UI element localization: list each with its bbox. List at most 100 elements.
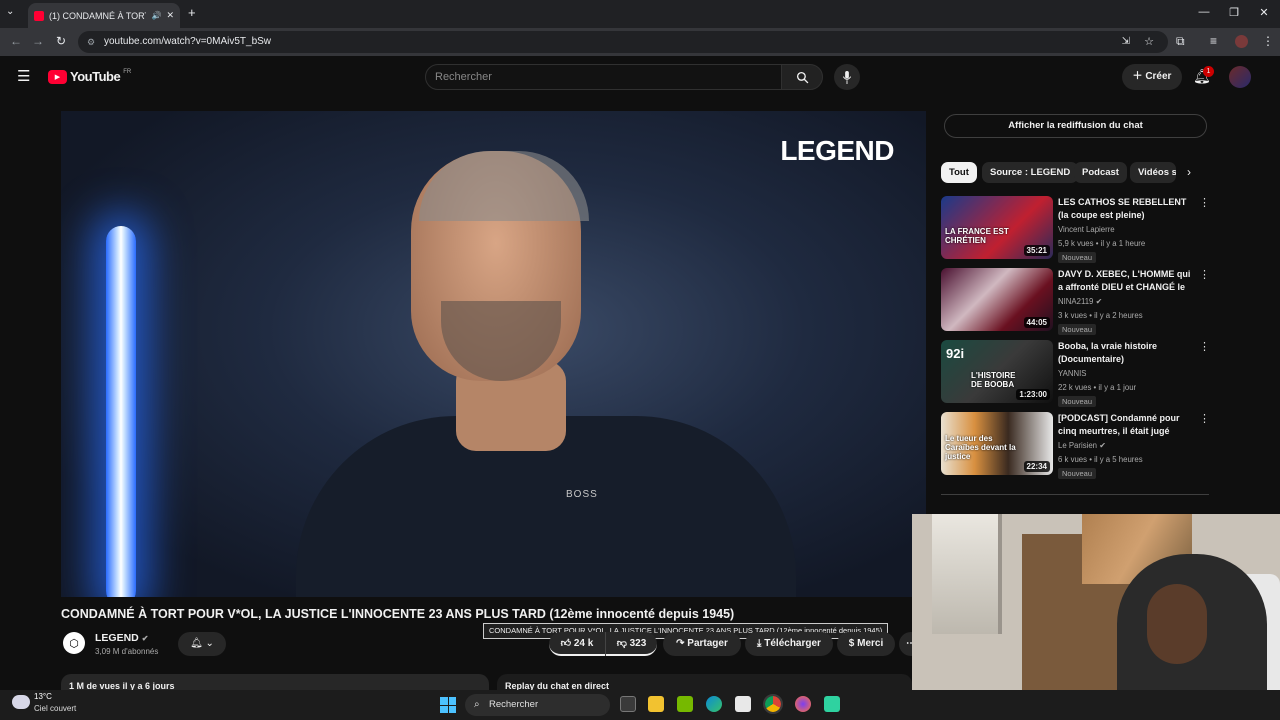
chevron-right-icon[interactable]: › [1187, 165, 1191, 179]
reco-channel[interactable]: NINA2119 ✔ [1058, 297, 1102, 306]
led-light-tube [106, 226, 136, 597]
search-button[interactable] [781, 64, 823, 90]
thanks-button[interactable]: $ Merci [837, 632, 895, 656]
show-chat-replay-button[interactable]: Afficher la rediffusion du chat [944, 114, 1207, 138]
reco-views: 5,9 k vues • il y a 1 heure [1058, 239, 1146, 248]
restore-button[interactable]: ❐ [1224, 6, 1244, 19]
chip-videos[interactable]: Vidéos s [1130, 162, 1176, 183]
bookmark-star-icon[interactable]: ☆ [1144, 31, 1154, 53]
browser-menu-icon[interactable]: ⋮ [1262, 34, 1274, 48]
search-input[interactable]: Rechercher [425, 64, 782, 90]
site-info-icon[interactable]: ⚙ [87, 31, 95, 53]
notification-count-badge: 1 [1203, 66, 1214, 77]
more-options-icon[interactable]: ⋮ [1199, 412, 1210, 425]
tab-close-icon[interactable]: ✕ [166, 10, 174, 21]
minimize-button[interactable]: — [1194, 6, 1214, 18]
channel-name-text: LEGEND [95, 632, 139, 644]
recommended-video[interactable]: Le tueur des Caraïbes devant la justice … [941, 412, 1210, 479]
reading-list-icon[interactable]: ≡ [1210, 34, 1217, 48]
video-thumbnail[interactable]: LA FRANCE EST CHRÉTIEN 35:21 [941, 196, 1053, 259]
new-tab-button[interactable]: + [188, 5, 196, 20]
file-explorer-icon[interactable] [648, 696, 664, 712]
tab-list-icon[interactable]: ⌄ [6, 6, 14, 17]
recommended-video[interactable]: 92i L'HISTOIRE DE BOOBA 1:23:00 Booba, l… [941, 340, 1210, 407]
nvidia-icon[interactable] [677, 696, 693, 712]
recommended-video[interactable]: LA FRANCE EST CHRÉTIEN 35:21 LES CATHOS … [941, 196, 1210, 263]
search-placeholder: Rechercher [435, 71, 492, 83]
video-thumbnail[interactable]: 44:05 [941, 268, 1053, 331]
speaker-icon[interactable]: 🔊 [151, 11, 161, 20]
taskbar-search-label: Rechercher [489, 699, 539, 710]
thumbnail-text: Le tueur des Caraïbes devant la justice [945, 434, 1016, 461]
search-icon: ⌕ [474, 699, 480, 710]
duration-badge: 44:05 [1023, 317, 1050, 328]
reco-channel[interactable]: Vincent Lapierre [1058, 225, 1115, 234]
address-bar[interactable]: ⚙ youtube.com/watch?v=0MAiv5T_bSw ⇲ ☆ [78, 31, 1168, 53]
chip-all[interactable]: Tout [941, 162, 977, 183]
like-dislike-group: 👍︎ 24 k 👎︎ 323 [549, 632, 657, 656]
thanks-label: Merci [857, 638, 884, 649]
create-label: Créer [1145, 71, 1172, 82]
youtube-logo[interactable]: ▶ YouTube FR [48, 69, 131, 84]
new-badge: Nouveau [1058, 252, 1097, 263]
more-options-icon[interactable]: ⋮ [1199, 340, 1210, 353]
reco-channel[interactable]: Le Parisien ✔ [1058, 441, 1106, 450]
reco-title: Booba, la vraie histoire (Documentaire) [1058, 341, 1158, 364]
duration-badge: 35:21 [1023, 245, 1050, 256]
back-icon[interactable]: ← [10, 34, 22, 48]
app-icon[interactable] [824, 696, 840, 712]
chip-source-legend[interactable]: Source : LEGEND [982, 162, 1079, 183]
channel-avatar[interactable]: ⬡ [63, 632, 85, 654]
duration-badge: 1:23:00 [1016, 389, 1050, 400]
more-options-icon[interactable]: ⋮ [1199, 196, 1210, 209]
search-icon [796, 71, 808, 83]
profile-avatar[interactable] [1235, 35, 1248, 48]
voice-search-button[interactable] [834, 64, 860, 90]
more-options-icon[interactable]: ⋮ [1199, 268, 1210, 281]
subscription-bell-button[interactable]: 🔔︎ ⌄ [178, 632, 226, 656]
reco-channel[interactable]: YANNIS [1058, 369, 1086, 378]
create-button[interactable]: ＋ Créer [1122, 64, 1182, 90]
store-icon[interactable] [735, 696, 751, 712]
youtube-play-icon: ▶ [48, 69, 67, 84]
task-view-icon[interactable] [620, 696, 636, 712]
window-close-button[interactable]: ✕ [1254, 6, 1274, 19]
reco-title: DAVY D. XEBEC, L'HOMME qui a affronté DI… [1058, 269, 1191, 292]
forward-icon[interactable]: → [32, 34, 44, 48]
video-player[interactable]: BOSS LEGEND [61, 111, 926, 597]
reco-title: LES CATHOS SE REBELLENT (la coupe est pl… [1058, 197, 1187, 220]
chevron-down-icon: ⌄ [205, 638, 214, 649]
channel-name[interactable]: LEGEND ✔ [95, 632, 148, 644]
hamburger-menu-icon[interactable]: ☰ [17, 67, 30, 85]
like-button[interactable]: 👍︎ 24 k [549, 632, 605, 656]
weather-temperature[interactable]: 13°C [34, 692, 52, 701]
recommended-video[interactable]: 44:05 DAVY D. XEBEC, L'HOMME qui a affro… [941, 268, 1210, 335]
plus-icon: ＋ [1132, 71, 1146, 82]
windows-taskbar: 13°C Ciel couvert ⌕ Rechercher [0, 690, 1280, 720]
thumbs-down-icon: 👎︎ [616, 638, 627, 649]
bell-icon: 🔔︎ [190, 638, 203, 649]
dislike-button[interactable]: 👎︎ 323 [605, 632, 657, 656]
sidebar-divider [941, 494, 1209, 495]
video-thumbnail[interactable]: Le tueur des Caraïbes devant la justice … [941, 412, 1053, 475]
chip-podcast[interactable]: Podcast [1074, 162, 1127, 183]
taskbar-search[interactable]: ⌕ Rechercher [465, 694, 610, 716]
edge-icon[interactable] [706, 696, 722, 712]
video-thumbnail[interactable]: 92i L'HISTOIRE DE BOOBA 1:23:00 [941, 340, 1053, 403]
firefox-icon[interactable] [795, 696, 811, 712]
browser-tab[interactable]: (1) CONDAMNÉ À TORT PO 🔊 ✕ [28, 3, 180, 28]
download-button[interactable]: ⤓ Télécharger [745, 632, 833, 656]
share-button[interactable]: ↷ Partager [663, 632, 741, 656]
chrome-icon[interactable] [763, 694, 783, 714]
windows-start-icon[interactable] [440, 697, 456, 713]
cloud-icon[interactable] [12, 695, 30, 709]
reco-views: 22 k vues • il y a 1 jour [1058, 383, 1137, 392]
reload-icon[interactable]: ↻ [56, 34, 66, 48]
download-icon: ⤓ [757, 638, 762, 649]
account-avatar[interactable] [1229, 66, 1251, 88]
extensions-icon[interactable]: ⧉ [1176, 34, 1185, 49]
tab-title: (1) CONDAMNÉ À TORT PO [49, 10, 146, 21]
install-app-icon[interactable]: ⇲ [1122, 31, 1130, 53]
weather-description[interactable]: Ciel couvert [34, 704, 76, 713]
reco-title: [PODCAST] Condamné pour cinq meurtres, i… [1058, 413, 1180, 436]
